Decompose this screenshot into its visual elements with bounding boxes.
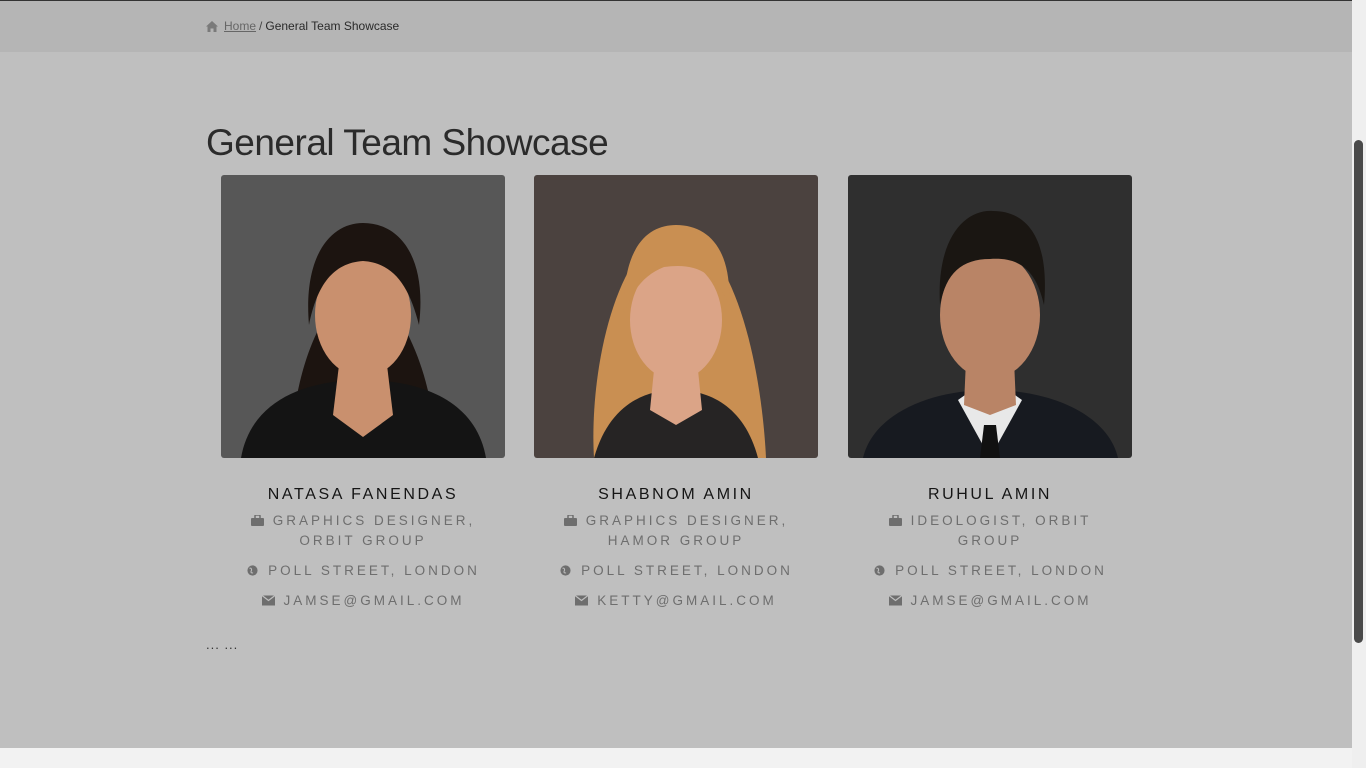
member-role: IDEOLOGIST, ORBIT GROUP xyxy=(848,511,1132,551)
member-email: JAMSE@GMAIL.COM xyxy=(221,591,505,611)
page-title: General Team Showcase xyxy=(206,122,609,163)
member-photo xyxy=(221,175,505,458)
member-role-text: IDEOLOGIST, ORBIT GROUP xyxy=(910,513,1092,548)
member-email: KETTY@GMAIL.COM xyxy=(534,591,818,611)
member-name: NATASA FANENDAS xyxy=(267,486,459,503)
globe-icon xyxy=(247,565,258,576)
member-location: POLL STREET, LONDON xyxy=(848,561,1132,581)
briefcase-icon xyxy=(250,515,264,526)
member-role: GRAPHICS DESIGNER, ORBIT GROUP xyxy=(221,511,505,551)
member-name: RUHUL AMIN xyxy=(927,486,1053,503)
envelope-icon xyxy=(888,595,902,606)
envelope-icon xyxy=(261,595,275,606)
content-ellipsis: ... ... xyxy=(206,637,239,652)
member-location-text: POLL STREET, LONDON xyxy=(581,563,793,578)
breadcrumb-home-link[interactable]: Home xyxy=(224,19,256,33)
briefcase-icon xyxy=(888,515,902,526)
breadcrumb-bar: Home / General Team Showcase xyxy=(0,1,1352,52)
member-role-text: GRAPHICS DESIGNER, ORBIT GROUP xyxy=(272,513,476,548)
member-location-text: POLL STREET, LONDON xyxy=(895,563,1107,578)
home-icon xyxy=(206,20,218,32)
globe-icon xyxy=(560,565,571,576)
envelope-icon xyxy=(575,595,589,606)
member-role-text: GRAPHICS DESIGNER, HAMOR GROUP xyxy=(585,513,789,548)
scrollbar-thumb[interactable] xyxy=(1354,140,1363,643)
member-email-text[interactable]: JAMSE@GMAIL.COM xyxy=(284,593,465,608)
briefcase-icon xyxy=(563,515,577,526)
member-email: JAMSE@GMAIL.COM xyxy=(848,591,1132,611)
member-location: POLL STREET, LONDON xyxy=(534,561,818,581)
globe-icon xyxy=(874,565,885,576)
team-member-card: SHABNOM AMIN GRAPHICS DESIGNER, HAMOR GR… xyxy=(534,175,818,611)
member-location: POLL STREET, LONDON xyxy=(221,561,505,581)
team-member-card: RUHUL AMIN IDEOLOGIST, ORBIT GROUP POLL … xyxy=(848,175,1132,611)
member-email-text[interactable]: KETTY@GMAIL.COM xyxy=(597,593,776,608)
member-email-text[interactable]: JAMSE@GMAIL.COM xyxy=(911,593,1092,608)
breadcrumb-separator: / xyxy=(259,19,263,33)
team-member-card: NATASA FANENDAS GRAPHICS DESIGNER, ORBIT… xyxy=(221,175,505,611)
breadcrumb-current: General Team Showcase xyxy=(265,19,400,33)
member-photo xyxy=(534,175,818,458)
member-photo xyxy=(848,175,1132,458)
breadcrumb: Home / General Team Showcase xyxy=(206,19,399,33)
team-grid: NATASA FANENDAS GRAPHICS DESIGNER, ORBIT… xyxy=(221,175,1132,615)
page-overlay: Home / General Team Showcase General Tea… xyxy=(0,0,1352,748)
member-location-text: POLL STREET, LONDON xyxy=(268,563,480,578)
member-name: SHABNOM AMIN xyxy=(598,486,754,503)
member-role: GRAPHICS DESIGNER, HAMOR GROUP xyxy=(534,511,818,551)
vertical-scrollbar[interactable] xyxy=(1352,0,1366,768)
